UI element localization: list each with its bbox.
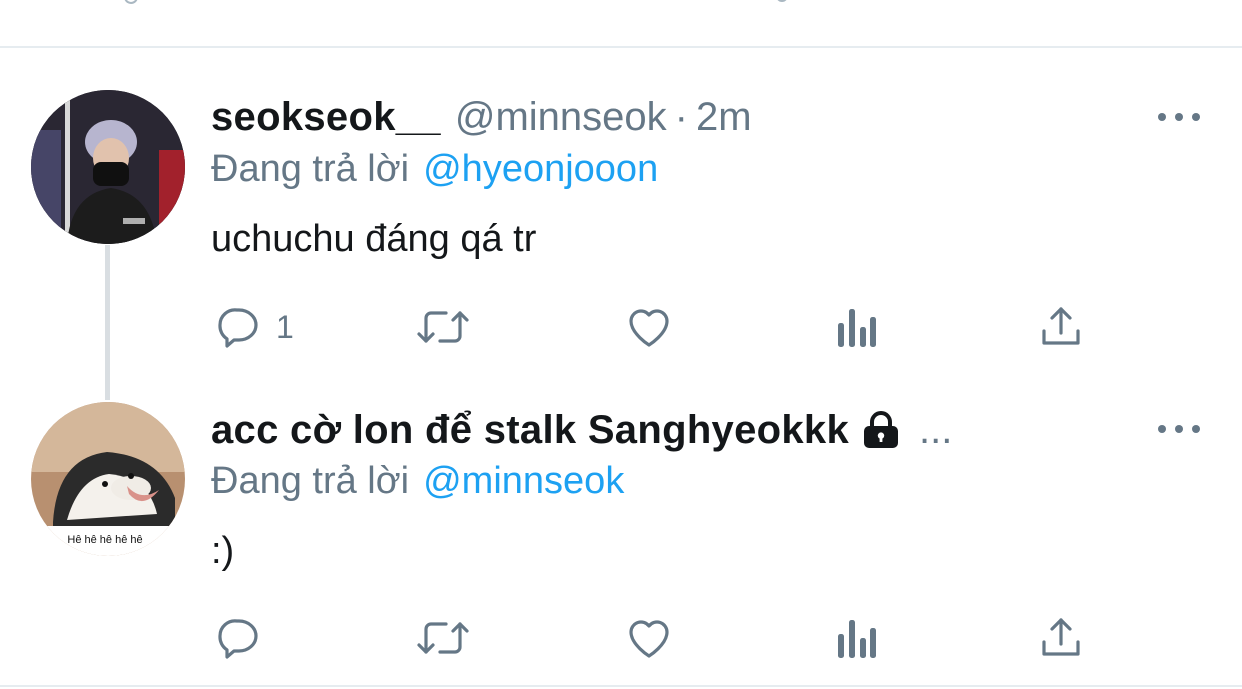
tweet-header: seokseok__ @minnseok · 2m (211, 92, 752, 142)
retweet-button[interactable] (414, 297, 472, 357)
lock-icon (861, 410, 901, 450)
display-name[interactable]: acc cờ lon để stalk Sanghyeokkk (211, 408, 849, 453)
timestamp[interactable]: 2m (696, 95, 752, 140)
share-icon (1042, 307, 1080, 345)
tweet-thread: seokseok__ @minnseok · 2m Đang trả lời @… (0, 0, 1242, 689)
replying-label: Đang trả lời (211, 459, 410, 502)
user-handle[interactable]: @minnseok (455, 95, 667, 140)
previous-tweet-icon-fragment (124, 0, 138, 4)
mention-link[interactable]: @minnseok (423, 460, 624, 503)
name-truncation: ... (919, 407, 953, 452)
retweet-button[interactable] (414, 608, 472, 668)
share-button[interactable] (1038, 297, 1084, 357)
like-icon (629, 620, 669, 658)
tweet-actions: 1 (0, 297, 1242, 357)
like-button[interactable] (624, 608, 674, 668)
tweet-actions (0, 608, 1242, 668)
retweet-icon (417, 622, 469, 654)
reply-button[interactable] (214, 608, 262, 668)
avatar[interactable]: Hê hê hê hê hê (31, 402, 185, 556)
analytics-button[interactable] (834, 608, 878, 668)
reply-button[interactable]: 1 (214, 297, 294, 357)
avatar[interactable] (31, 90, 185, 244)
retweet-icon (417, 311, 469, 343)
reply-count: 1 (276, 308, 294, 345)
tweet-header: acc cờ lon để stalk Sanghyeokkk ... (211, 405, 952, 455)
separator-dot: · (674, 94, 688, 139)
display-name[interactable]: seokseok__ (211, 95, 441, 140)
replying-label: Đang trả lời (211, 147, 410, 190)
avatar-caption: Hê hê hê hê hê (67, 534, 142, 546)
tweet-text: uchuchu đáng qá tr (211, 217, 537, 260)
previous-tweet-icon-fragment (776, 0, 788, 2)
more-options-icon[interactable] (1158, 105, 1200, 129)
divider (0, 46, 1242, 48)
divider (0, 685, 1242, 687)
mention-link[interactable]: @hyeonjooon (423, 148, 658, 191)
share-button[interactable] (1038, 608, 1084, 668)
more-options-icon[interactable] (1158, 417, 1200, 441)
analytics-button[interactable] (834, 297, 878, 357)
comment-icon (218, 619, 258, 659)
like-icon (629, 309, 669, 347)
comment-icon (218, 308, 258, 348)
analytics-icon (838, 620, 876, 658)
replying-to: Đang trả lời @hyeonjooon (211, 144, 658, 194)
previous-tweet-clip (0, 0, 1242, 46)
tweet-text: :) (211, 529, 235, 572)
analytics-icon (838, 309, 876, 347)
share-icon (1042, 618, 1080, 656)
like-button[interactable] (624, 297, 674, 357)
replying-to: Đang trả lời @minnseok (211, 456, 624, 506)
